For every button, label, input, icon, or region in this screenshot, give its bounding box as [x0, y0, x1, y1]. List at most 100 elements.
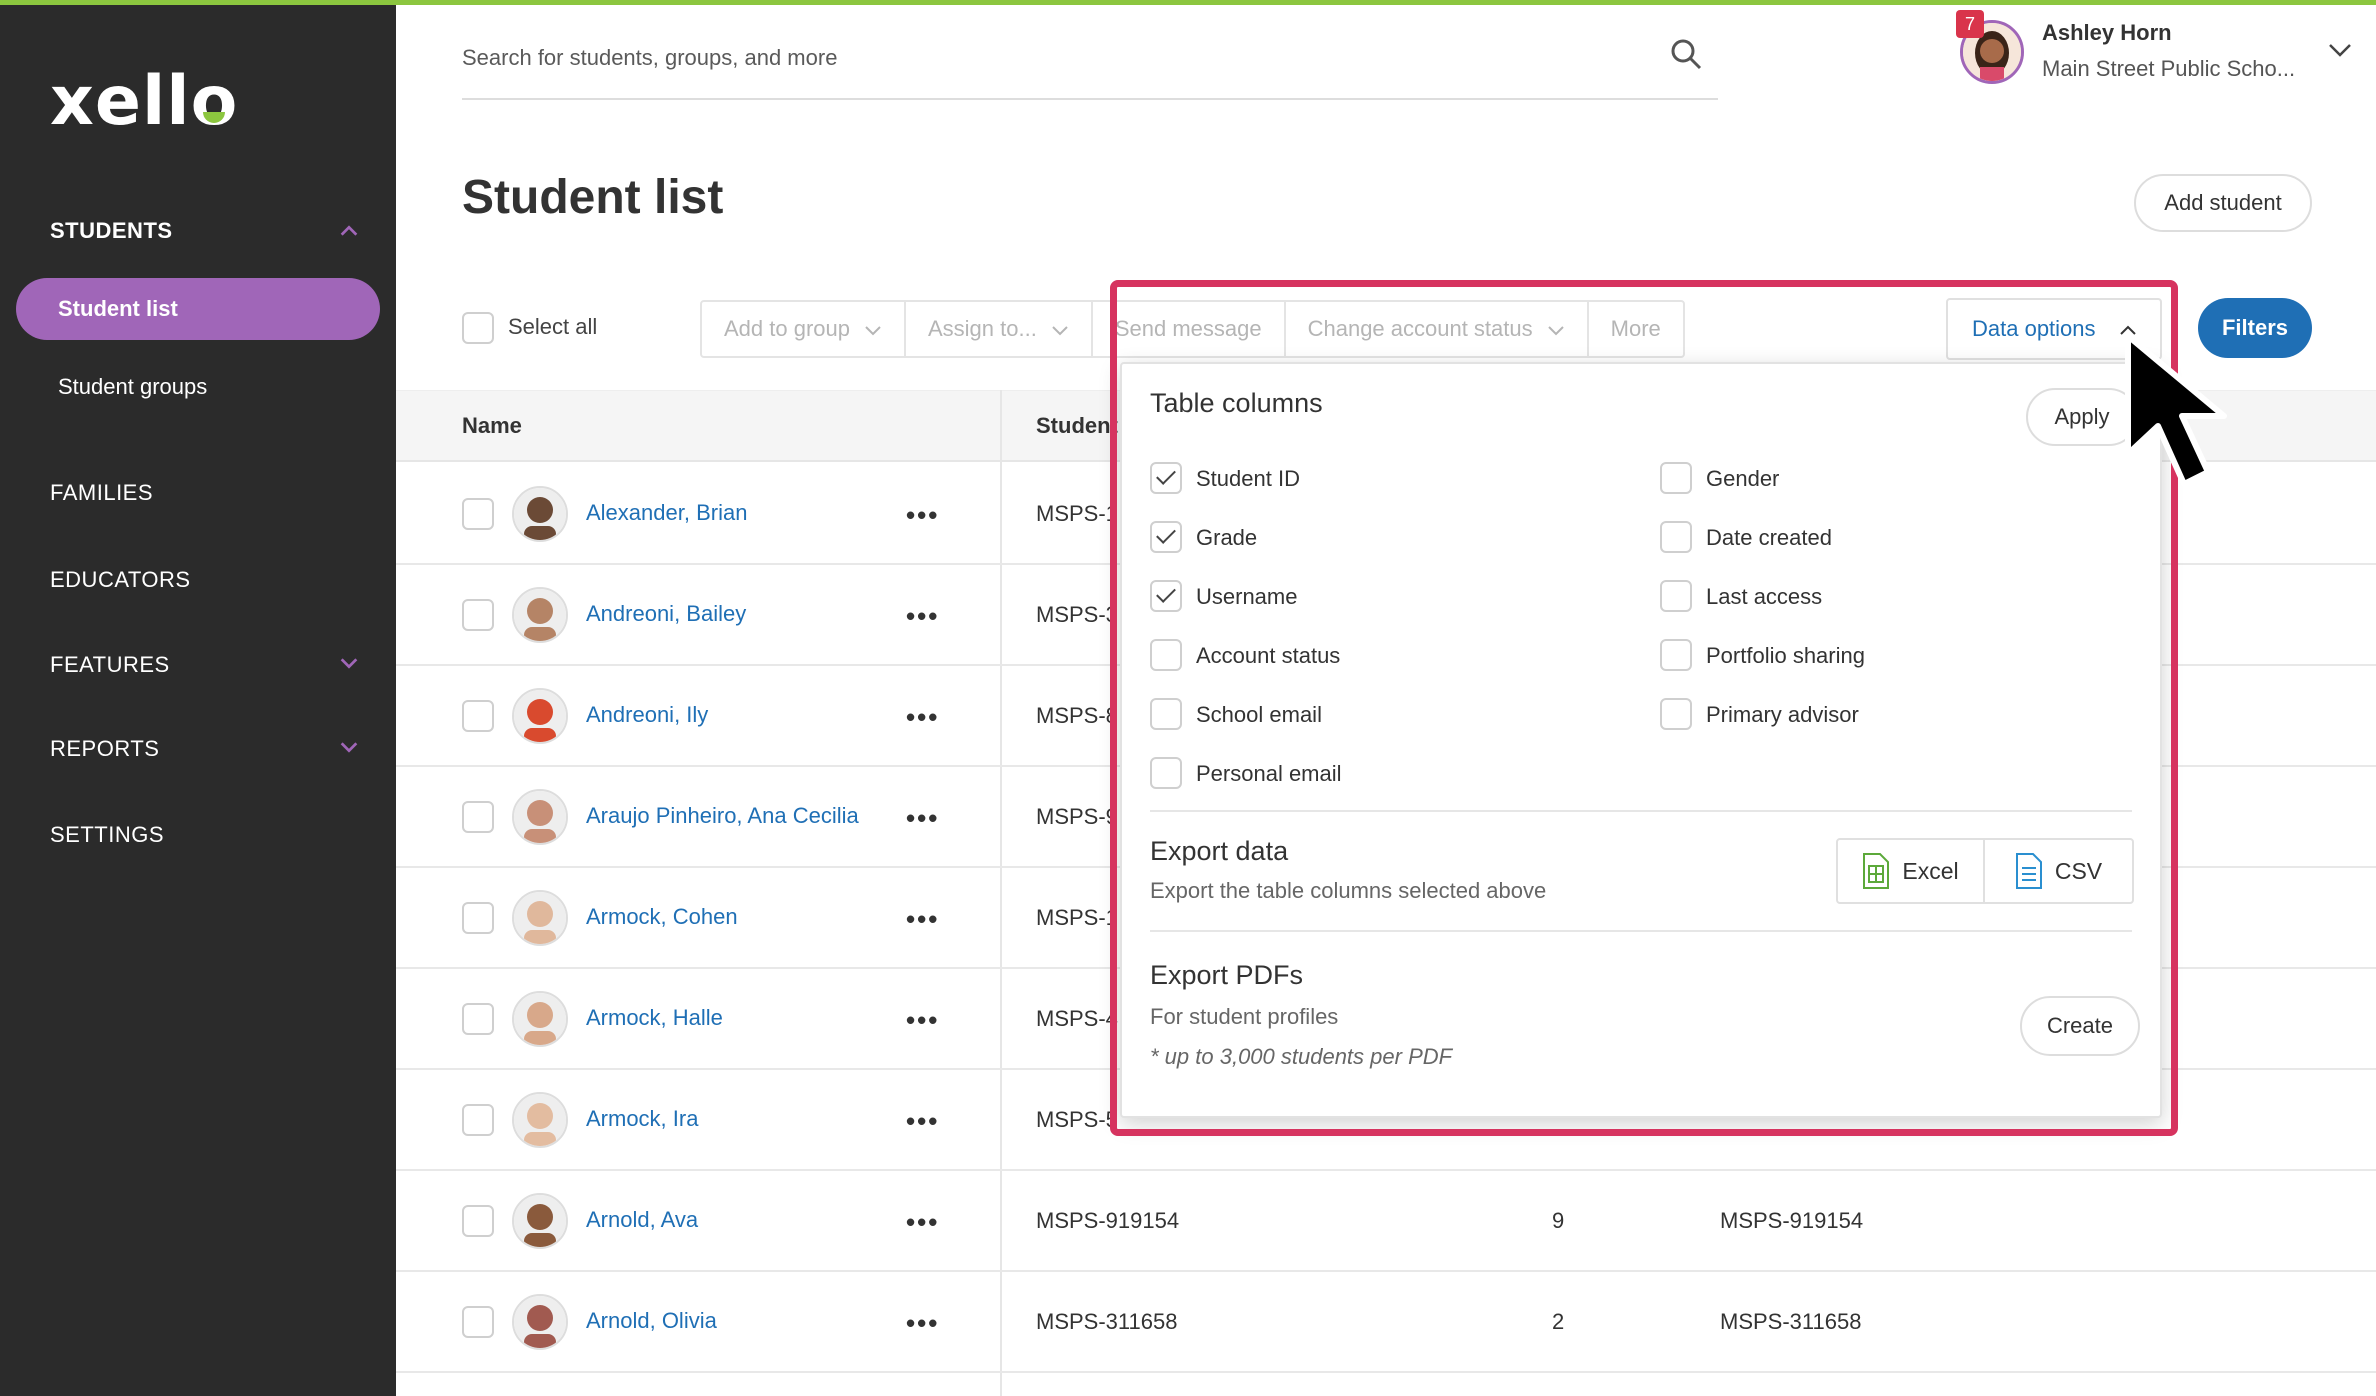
excel-label: Excel [1902, 857, 1959, 884]
column-checkbox[interactable] [1150, 698, 1182, 730]
export-excel-button[interactable]: Excel [1838, 840, 1985, 902]
excel-icon [1863, 853, 1890, 889]
column-option-label: Username [1196, 584, 1298, 609]
kebab-icon[interactable]: ••• [906, 601, 939, 632]
column-option[interactable]: Personal email [1150, 757, 1342, 789]
settings-label: SETTINGS [50, 822, 165, 847]
kebab-icon[interactable]: ••• [906, 1005, 939, 1036]
search-input[interactable] [462, 38, 1612, 78]
avatar [512, 890, 568, 946]
export-pdfs-description: For student profiles [1150, 1004, 1339, 1029]
column-checkbox[interactable] [1150, 580, 1182, 612]
column-checkbox[interactable] [1660, 462, 1692, 494]
kebab-icon[interactable]: ••• [906, 904, 939, 935]
row-checkbox[interactable] [462, 1003, 494, 1035]
student-id-cell: MSPS-919154 [1036, 1208, 1180, 1233]
user-school: Main Street Public Scho... [2042, 56, 2296, 81]
column-checkbox[interactable] [1660, 698, 1692, 730]
column-header-name[interactable]: Name [462, 413, 522, 439]
column-option[interactable]: Portfolio sharing [1660, 639, 1865, 671]
add-student-button[interactable]: Add student [2134, 174, 2312, 232]
student-name-link[interactable]: Alexander, Brian [586, 500, 747, 526]
student-name-link[interactable]: Andreoni, Ily [586, 702, 708, 728]
column-checkbox[interactable] [1150, 757, 1182, 789]
student-id-cell: MSPS-4 [1036, 1006, 1118, 1031]
kebab-icon[interactable]: ••• [906, 702, 939, 733]
avatar [512, 486, 568, 542]
column-option[interactable]: Gender [1660, 462, 1779, 494]
column-checkbox[interactable] [1150, 521, 1182, 553]
assign-to-button[interactable]: Assign to... [906, 302, 1093, 356]
chevron-up-icon[interactable] [338, 220, 360, 242]
row-checkbox[interactable] [462, 599, 494, 631]
more-button[interactable]: More [1589, 302, 1683, 356]
sidebar-section-families[interactable]: FAMILIES [50, 480, 153, 506]
select-all-checkbox[interactable] [462, 312, 494, 344]
search-icon[interactable] [1668, 36, 1704, 72]
table-row[interactable]: Arnold, Olivia ••• MSPS-311658 2 MSPS-311658 [396, 1272, 2376, 1373]
column-option[interactable]: School email [1150, 698, 1322, 730]
chevron-down-icon[interactable] [2326, 36, 2354, 64]
sidebar-section-educators[interactable]: EDUCATORS [50, 567, 191, 593]
change-account-status-button[interactable]: Change account status [1286, 302, 1589, 356]
create-pdf-button[interactable]: Create [2020, 996, 2140, 1056]
student-name-link[interactable]: Andreoni, Bailey [586, 601, 746, 627]
kebab-icon[interactable]: ••• [906, 1106, 939, 1137]
student-name-link[interactable]: Armock, Ira [586, 1106, 698, 1132]
user-menu[interactable]: 7 Ashley Horn Main Street Public Scho... [1956, 10, 2356, 88]
features-label: FEATURES [50, 652, 170, 677]
notification-badge[interactable]: 7 [1956, 10, 1984, 38]
more-label: More [1610, 316, 1661, 341]
csv-label: CSV [2054, 857, 2103, 884]
sidebar-section-features[interactable]: FEATURES [50, 652, 170, 678]
row-checkbox[interactable] [462, 700, 494, 732]
student-name-link[interactable]: Armock, Cohen [586, 904, 738, 930]
sidebar-item-student-list[interactable]: Student list [16, 278, 380, 340]
row-checkbox[interactable] [462, 902, 494, 934]
row-checkbox[interactable] [462, 1306, 494, 1338]
student-name-link[interactable]: Arnold, Olivia [586, 1308, 717, 1334]
student-name-link[interactable]: Arnold, Ava [586, 1207, 698, 1233]
column-option-label: Personal email [1196, 761, 1342, 786]
kebab-icon[interactable]: ••• [906, 1308, 939, 1339]
column-checkbox[interactable] [1150, 639, 1182, 671]
apply-button[interactable]: Apply [2026, 388, 2138, 446]
send-message-button[interactable]: Send message [1093, 302, 1286, 356]
column-checkbox[interactable] [1660, 521, 1692, 553]
bulk-action-toolbar: Add to group Assign to... Send message C… [700, 300, 1685, 358]
sidebar-section-students[interactable]: STUDENTS [50, 218, 173, 244]
kebab-icon[interactable]: ••• [906, 803, 939, 834]
sidebar-section-settings[interactable]: SETTINGS [50, 822, 164, 848]
table-row[interactable]: Arnold, Ava ••• MSPS-919154 9 MSPS-919154 [396, 1171, 2376, 1272]
row-checkbox[interactable] [462, 1104, 494, 1136]
column-checkbox[interactable] [1660, 639, 1692, 671]
column-checkbox[interactable] [1150, 462, 1182, 494]
row-checkbox[interactable] [462, 1205, 494, 1237]
kebab-icon[interactable]: ••• [906, 1207, 939, 1238]
column-option[interactable]: Grade [1150, 521, 1257, 553]
chevron-down-icon[interactable] [338, 652, 360, 674]
export-csv-button[interactable]: CSV [1985, 840, 2132, 902]
column-option-label: School email [1196, 702, 1322, 727]
column-option[interactable]: Primary advisor [1660, 698, 1859, 730]
sidebar-item-student-groups[interactable]: Student groups [16, 356, 380, 418]
xello-logo[interactable]: xello [50, 62, 238, 141]
reports-label: REPORTS [50, 736, 160, 761]
column-checkbox[interactable] [1660, 580, 1692, 612]
student-id-cell: MSPS-311658 [1036, 1309, 1178, 1334]
row-checkbox[interactable] [462, 801, 494, 833]
sidebar-section-reports[interactable]: REPORTS [50, 736, 159, 762]
add-to-group-button[interactable]: Add to group [702, 302, 906, 356]
column-option[interactable]: Student ID [1150, 462, 1300, 494]
column-option[interactable]: Username [1150, 580, 1298, 612]
column-option[interactable]: Date created [1660, 521, 1832, 553]
avatar [512, 1294, 568, 1350]
send-message-label: Send message [1114, 316, 1262, 341]
chevron-down-icon[interactable] [338, 736, 360, 758]
kebab-icon[interactable]: ••• [906, 500, 939, 531]
student-name-link[interactable]: Armock, Halle [586, 1005, 723, 1031]
column-option[interactable]: Account status [1150, 639, 1340, 671]
row-checkbox[interactable] [462, 498, 494, 530]
student-name-link[interactable]: Araujo Pinheiro, Ana Cecilia [586, 803, 859, 829]
column-option[interactable]: Last access [1660, 580, 1822, 612]
